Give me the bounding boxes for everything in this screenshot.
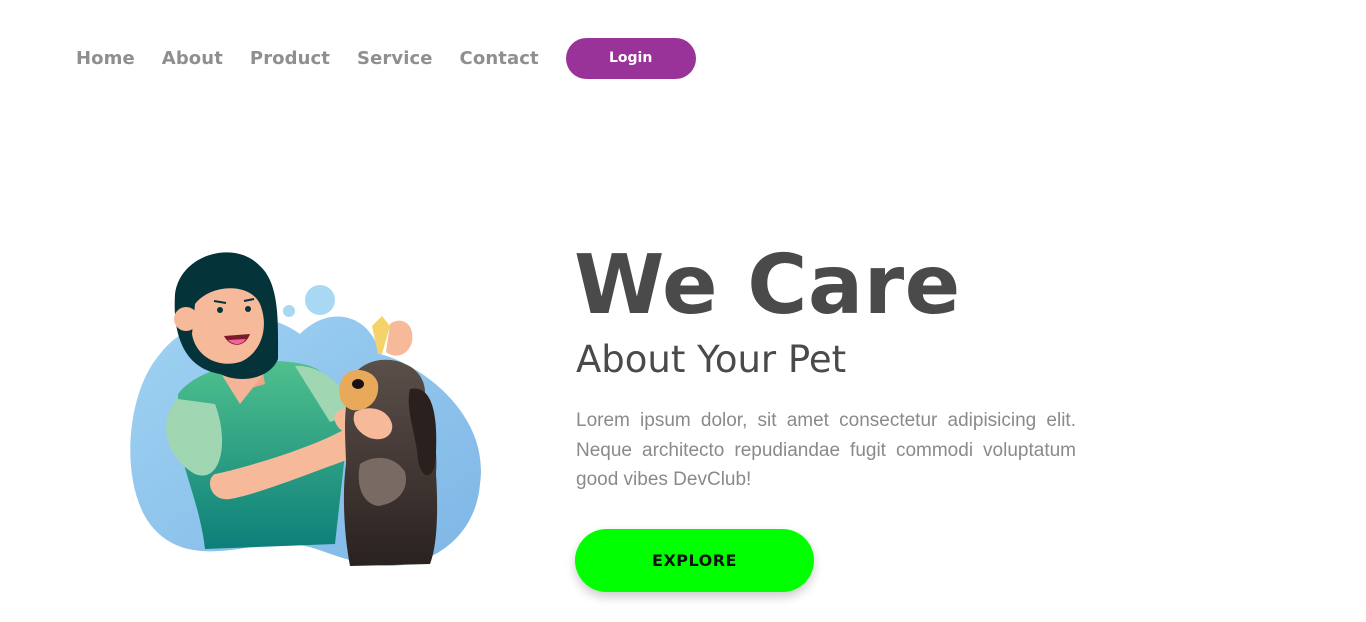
dog-icon [339, 359, 438, 566]
explore-button[interactable]: EXPLORE [575, 529, 814, 592]
hero-subtitle: About Your Pet [576, 338, 847, 381]
hero-description: Lorem ipsum dolor, sit amet consectetur … [576, 410, 1076, 490]
landing-page: Home About Product Service Contact Login [0, 0, 1366, 622]
nav-link-service[interactable]: Service [357, 48, 433, 69]
login-button[interactable]: Login [565, 37, 696, 79]
hero-title: We Care [574, 238, 961, 333]
nav-link-contact[interactable]: Contact [460, 48, 539, 69]
nav-link-about[interactable]: About [162, 48, 223, 69]
nav-link-home[interactable]: Home [76, 48, 135, 69]
bubble-icon [305, 285, 335, 315]
hero-illustration [120, 244, 490, 574]
bubble-icon [283, 305, 295, 317]
nav-link-product[interactable]: Product [250, 48, 330, 69]
vet-with-dog-illustration [130, 252, 481, 566]
top-nav: Home About Product Service Contact Login [76, 37, 696, 79]
